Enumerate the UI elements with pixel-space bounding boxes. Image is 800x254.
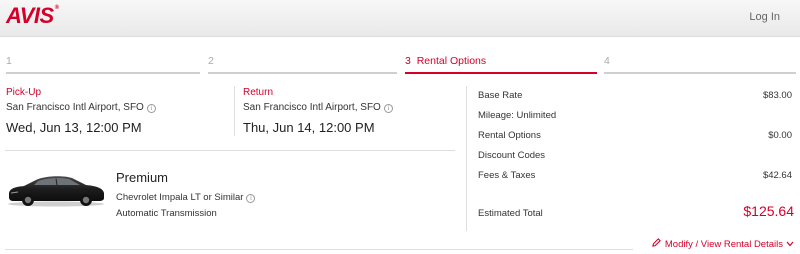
discount-codes-label[interactable]: Discount Codes bbox=[478, 150, 545, 161]
fees-taxes-value: $42.64 bbox=[762, 170, 792, 181]
return-location: San Francisco Intl Airport, SFO i bbox=[243, 102, 393, 113]
rental-options-label: Rental Options bbox=[478, 130, 541, 141]
divider bbox=[466, 86, 467, 231]
step-2-bar bbox=[208, 72, 397, 74]
pickup-label: Pick-Up bbox=[6, 87, 42, 98]
pickup-info-icon[interactable]: i bbox=[146, 104, 156, 113]
divider bbox=[5, 249, 633, 250]
avis-logo[interactable]: AVIS® bbox=[6, 3, 59, 29]
divider bbox=[5, 150, 455, 151]
base-rate-label: Base Rate bbox=[478, 90, 523, 101]
estimated-total-value: $125.64 bbox=[743, 203, 794, 219]
top-header: AVIS® Log In bbox=[0, 0, 800, 37]
base-rate-value: $83.00 bbox=[762, 90, 792, 101]
return-info-icon[interactable]: i bbox=[383, 104, 393, 113]
pencil-icon bbox=[652, 238, 661, 250]
pickup-location: San Francisco Intl Airport, SFO i bbox=[6, 102, 156, 113]
car-image bbox=[6, 172, 106, 213]
step-3-rental-options[interactable]: 3 Rental Options bbox=[405, 55, 486, 73]
modify-rental-details-link[interactable]: Modify / View Rental Details bbox=[652, 238, 794, 250]
step-2[interactable]: 2 bbox=[208, 55, 214, 73]
mileage-label: Mileage: Unlimited bbox=[478, 110, 557, 121]
step-1[interactable]: 1 bbox=[6, 55, 12, 73]
return-datetime: Thu, Jun 14, 12:00 PM bbox=[243, 120, 375, 135]
step-4-bar bbox=[604, 72, 796, 74]
car-model: Chevrolet Impala LT or Similar i bbox=[116, 192, 256, 203]
step-3-bar bbox=[405, 72, 597, 74]
car-transmission: Automatic Transmission bbox=[116, 208, 217, 219]
login-link[interactable]: Log In bbox=[749, 11, 780, 23]
step-1-bar bbox=[6, 72, 200, 74]
car-info-icon[interactable]: i bbox=[246, 194, 256, 203]
step-4[interactable]: 4 bbox=[604, 55, 610, 73]
return-label: Return bbox=[243, 87, 274, 98]
pickup-datetime: Wed, Jun 13, 12:00 PM bbox=[6, 120, 142, 135]
estimated-total-label: Estimated Total bbox=[478, 208, 543, 219]
rental-options-value: $0.00 bbox=[768, 130, 792, 141]
chevron-down-icon bbox=[786, 239, 794, 249]
fees-taxes-label: Fees & Taxes bbox=[478, 170, 536, 181]
car-class: Premium bbox=[116, 170, 169, 185]
divider bbox=[234, 86, 235, 136]
